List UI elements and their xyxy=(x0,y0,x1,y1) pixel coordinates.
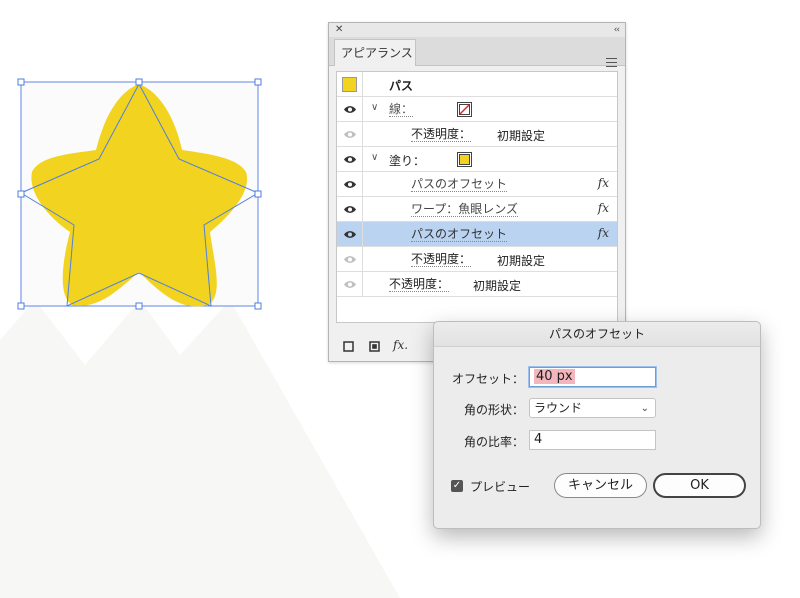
offset-value: 40 px xyxy=(534,369,575,384)
cancel-button[interactable]: キャンセル xyxy=(554,473,647,498)
eye-icon[interactable] xyxy=(343,130,357,139)
corner-value: ラウンド xyxy=(534,401,583,415)
row-icon-cell xyxy=(337,197,363,222)
handle-bottom-right[interactable] xyxy=(254,302,262,310)
row-icon-cell xyxy=(337,97,363,122)
handle-bottom-left[interactable] xyxy=(17,302,25,310)
fill-opacity-row[interactable]: 不透明度： 初期設定 xyxy=(337,247,617,272)
collapse-icon[interactable]: ‹‹ xyxy=(614,24,620,36)
corner-label: 角の形状： xyxy=(463,403,524,417)
effect-row-warp[interactable]: ワープ：魚眼レンズ fx xyxy=(337,197,617,222)
opacity-value: 初期設定 xyxy=(473,279,522,293)
appearance-list: パス ∨ 線： 不透明度： 初期設定 ∨ 塗り： パスのオフセット fx ワープ… xyxy=(336,71,618,323)
chevron-down-icon[interactable]: ∨ xyxy=(371,102,378,113)
handle-middle-left[interactable] xyxy=(17,190,25,198)
handle-bottom-center[interactable] xyxy=(135,302,143,310)
handle-top-center[interactable] xyxy=(135,78,143,86)
handle-top-left[interactable] xyxy=(17,78,25,86)
eye-icon[interactable] xyxy=(343,230,357,239)
miter-label: 角の比率： xyxy=(463,435,524,449)
hamburger-menu-icon[interactable] xyxy=(606,58,617,70)
fill-label: 塗り： xyxy=(389,154,426,168)
ok-button[interactable]: OK xyxy=(653,473,746,498)
fx-icon[interactable]: fx xyxy=(598,176,609,190)
stroke-row[interactable]: ∨ 線： xyxy=(337,97,617,122)
tab-appearance[interactable]: アピアランス xyxy=(334,39,416,66)
object-opacity-row[interactable]: 不透明度： 初期設定 xyxy=(337,272,617,297)
effect-label[interactable]: パスのオフセット xyxy=(411,177,508,192)
eye-icon[interactable] xyxy=(343,205,357,214)
opacity-label[interactable]: 不透明度： xyxy=(389,277,450,292)
row-icon-cell xyxy=(337,247,363,272)
offset-label: オフセット： xyxy=(451,372,524,386)
opacity-label[interactable]: 不透明度： xyxy=(411,252,472,267)
path-row[interactable]: パス xyxy=(337,72,617,97)
row-icon-cell xyxy=(337,122,363,147)
stroke-opacity-row[interactable]: 不透明度： 初期設定 xyxy=(337,122,617,147)
row-icon-cell xyxy=(337,222,363,247)
handle-middle-right[interactable] xyxy=(254,190,262,198)
dialog-title[interactable]: パスのオフセット xyxy=(434,322,760,347)
offset-path-dialog: パスのオフセット オフセット： 40 px 角の形状： ラウンド ⌄ 角の比率：… xyxy=(433,321,761,529)
panel-titlebar[interactable]: ✕ ‹‹ xyxy=(329,23,625,37)
row-icon-cell xyxy=(337,72,363,97)
row-icon-cell xyxy=(337,147,363,172)
opacity-value: 初期設定 xyxy=(497,254,546,268)
yellow-fill-swatch[interactable] xyxy=(457,152,472,167)
miter-limit-input[interactable]: 4 xyxy=(529,430,656,450)
fx-menu-icon[interactable]: fx. xyxy=(393,338,408,352)
appearance-panel: ✕ ‹‹ アピアランス パス ∨ 線： 不透明度： 初期設定 ∨ 塗り： パスの… xyxy=(328,22,626,362)
row-icon-cell xyxy=(337,272,363,297)
eye-icon[interactable] xyxy=(343,280,357,289)
eye-icon[interactable] xyxy=(343,155,357,164)
offset-input[interactable]: 40 px xyxy=(529,367,656,387)
fill-row[interactable]: ∨ 塗り： xyxy=(337,147,617,172)
effect-row-offset-path-2[interactable]: パスのオフセット fx xyxy=(337,222,617,247)
close-icon[interactable]: ✕ xyxy=(335,24,343,36)
opacity-label[interactable]: 不透明度： xyxy=(411,127,472,142)
panel-tabbar: アピアランス xyxy=(329,37,625,67)
fx-icon[interactable]: fx xyxy=(598,226,609,240)
fx-icon[interactable]: fx xyxy=(598,201,609,215)
path-label: パス xyxy=(389,79,414,93)
effect-label[interactable]: ワープ：魚眼レンズ xyxy=(411,202,519,217)
effect-row-offset-path-1[interactable]: パスのオフセット fx xyxy=(337,172,617,197)
opacity-value: 初期設定 xyxy=(497,129,546,143)
preview-checkbox[interactable]: ✓ xyxy=(451,480,463,492)
effect-label[interactable]: パスのオフセット xyxy=(411,227,508,242)
chevron-down-icon[interactable]: ∨ xyxy=(371,152,378,163)
corner-type-select[interactable]: ラウンド ⌄ xyxy=(529,398,656,418)
eye-icon[interactable] xyxy=(343,180,357,189)
square-filled-icon[interactable] xyxy=(369,341,380,352)
eye-icon[interactable] xyxy=(343,255,357,264)
no-stroke-swatch[interactable] xyxy=(457,102,472,117)
row-icon-cell xyxy=(337,172,363,197)
handle-top-right[interactable] xyxy=(254,78,262,86)
preview-label[interactable]: プレビュー xyxy=(470,478,530,495)
eye-icon[interactable] xyxy=(343,105,357,114)
miter-value: 4 xyxy=(534,432,543,447)
path-thumbnail xyxy=(342,77,357,92)
chevron-down-icon: ⌄ xyxy=(640,403,649,414)
square-outline-icon[interactable] xyxy=(343,341,354,352)
stroke-label[interactable]: 線： xyxy=(389,102,414,117)
